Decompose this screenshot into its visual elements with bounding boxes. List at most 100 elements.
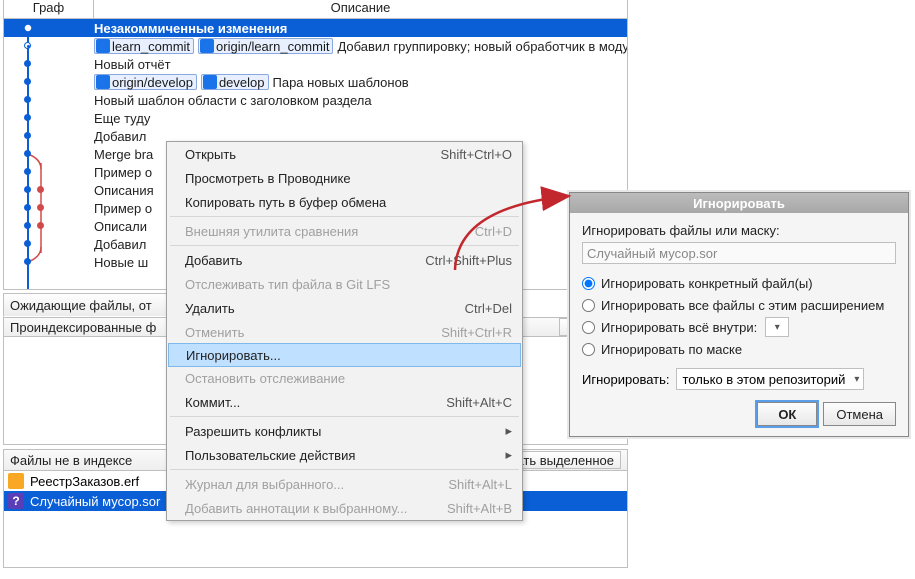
scope-select[interactable]: только в этом репозиторий bbox=[676, 368, 865, 390]
branch-tag[interactable]: learn_commit bbox=[94, 38, 194, 54]
menu-item-shortcut: Ctrl+Del bbox=[465, 301, 512, 316]
menu-item-label: Журнал для выбранного... bbox=[185, 477, 344, 492]
commit-message: Пара новых шаблонов bbox=[273, 75, 409, 90]
menu-item: Остановить отслеживание bbox=[167, 366, 522, 390]
menu-separator bbox=[170, 216, 519, 217]
commit-message: Новый шаблон области с заголовком раздел… bbox=[94, 93, 372, 108]
radio-inside-control[interactable] bbox=[582, 321, 595, 334]
unstaged-label: Файлы не в индексе bbox=[10, 453, 132, 468]
dialog-title: Игнорировать bbox=[570, 193, 908, 213]
unknown-file-icon: ? bbox=[8, 493, 24, 509]
staged-label: Проиндексированные ф bbox=[10, 320, 156, 335]
file-name: Случайный мусор.sor bbox=[30, 494, 160, 509]
commit-message: Добавил группировку; новый обработчик в … bbox=[337, 39, 627, 54]
radio-inside[interactable]: Игнорировать всё внутри: bbox=[582, 316, 896, 338]
header-graph: Граф bbox=[4, 0, 94, 18]
menu-item: ОтменитьShift+Ctrl+R bbox=[167, 320, 522, 344]
commit-message: Пример о bbox=[94, 201, 152, 216]
radio-specific-file-control[interactable] bbox=[582, 277, 595, 290]
radio-specific-file[interactable]: Игнорировать конкретный файл(ы) bbox=[582, 272, 896, 294]
commit-message: Новые ш bbox=[94, 255, 148, 270]
branch-tag[interactable]: develop bbox=[201, 74, 269, 90]
radio-extension[interactable]: Игнорировать все файлы с этим расширение… bbox=[582, 294, 896, 316]
radio-extension-label: Игнорировать все файлы с этим расширение… bbox=[601, 298, 884, 313]
menu-item-label: Остановить отслеживание bbox=[185, 371, 345, 386]
menu-item-shortcut: Shift+Alt+B bbox=[447, 501, 512, 516]
menu-item-label: Игнорировать... bbox=[186, 348, 281, 363]
unstaged-action-button[interactable]: ать выделенное bbox=[509, 451, 621, 469]
commit-message: Описали bbox=[94, 219, 147, 234]
radio-extension-control[interactable] bbox=[582, 299, 595, 312]
menu-item: Добавить аннотации к выбранному... Shift+… bbox=[167, 496, 522, 520]
commit-row[interactable]: Еще туду bbox=[4, 109, 627, 127]
menu-separator bbox=[170, 416, 519, 417]
menu-item[interactable]: Просмотреть в Проводнике bbox=[167, 166, 522, 190]
menu-item[interactable]: Копировать путь в буфер обмена bbox=[167, 190, 522, 214]
radio-mask[interactable]: Игнорировать по маске bbox=[582, 338, 896, 360]
branch-icon bbox=[200, 39, 214, 53]
branch-tag-label: origin/learn_commit bbox=[216, 39, 329, 54]
ok-button[interactable]: ОК bbox=[757, 402, 817, 426]
menu-item[interactable]: ДобавитьCtrl+Shift+Plus bbox=[167, 248, 522, 272]
commit-row[interactable]: Новый отчёт bbox=[4, 55, 627, 73]
folder-picker-dropdown[interactable] bbox=[765, 317, 789, 337]
ignore-dialog: Игнорировать Игнорировать файлы или маск… bbox=[569, 192, 909, 437]
radio-mask-label: Игнорировать по маске bbox=[601, 342, 742, 357]
commit-message: Merge bra bbox=[94, 147, 153, 162]
commit-message: Новый отчёт bbox=[94, 57, 171, 72]
radio-inside-label: Игнорировать всё внутри: bbox=[601, 320, 757, 335]
uncommitted-label: Незакоммиченные изменения bbox=[94, 21, 287, 36]
file-context-menu: ОткрытьShift+Ctrl+OПросмотреть в Проводн… bbox=[166, 141, 523, 521]
branch-tag[interactable]: origin/develop bbox=[94, 74, 197, 90]
branch-tag[interactable]: origin/learn_commit bbox=[198, 38, 333, 54]
menu-item-shortcut: Ctrl+D bbox=[475, 224, 512, 239]
menu-item-label: Добавить аннотации к выбранному... bbox=[185, 501, 407, 516]
menu-item-label: Открыть bbox=[185, 147, 236, 162]
radio-specific-file-label: Игнорировать конкретный файл(ы) bbox=[601, 276, 813, 291]
menu-item[interactable]: Коммит...Shift+Alt+C bbox=[167, 390, 522, 414]
menu-separator bbox=[170, 245, 519, 246]
branch-icon bbox=[96, 75, 110, 89]
menu-item-label: Копировать путь в буфер обмена bbox=[185, 195, 386, 210]
commit-message: Добавил bbox=[94, 129, 146, 144]
scope-label: Игнорировать: bbox=[582, 372, 670, 387]
menu-item: Отслеживать тип файла в Git LFS bbox=[167, 272, 522, 296]
menu-item-label: Удалить bbox=[185, 301, 235, 316]
radio-mask-control[interactable] bbox=[582, 343, 595, 356]
menu-item-label: Внешняя утилита сравнения bbox=[185, 224, 358, 239]
menu-item: Журнал для выбранного... Shift+Alt+L bbox=[167, 472, 522, 496]
cancel-button[interactable]: Отмена bbox=[823, 402, 896, 426]
menu-item-shortcut: Shift+Alt+L bbox=[448, 477, 512, 492]
commit-row[interactable]: origin/develop develop Пара новых шаблонов bbox=[4, 73, 627, 91]
menu-item[interactable]: Игнорировать... bbox=[168, 343, 521, 367]
menu-item: Внешняя утилита сравнения Ctrl+D bbox=[167, 219, 522, 243]
menu-item-label: Разрешить конфликты bbox=[185, 424, 321, 439]
menu-item-label: Отслеживать тип файла в Git LFS bbox=[185, 277, 390, 292]
menu-item[interactable]: Разрешить конфликты ▸ bbox=[167, 419, 522, 443]
menu-item[interactable]: ОткрытьShift+Ctrl+O bbox=[167, 142, 522, 166]
commit-message: Добавил bbox=[94, 237, 146, 252]
menu-item[interactable]: Удалить Ctrl+Del bbox=[167, 296, 522, 320]
branch-tag-label: develop bbox=[219, 75, 265, 90]
commit-row[interactable]: Новый шаблон области с заголовком раздел… bbox=[4, 91, 627, 109]
commit-uncommitted[interactable]: Незакоммиченные изменения bbox=[4, 19, 627, 37]
branch-icon bbox=[203, 75, 217, 89]
menu-item[interactable]: Пользовательские действия ▸ bbox=[167, 443, 522, 467]
submenu-chevron-icon: ▸ bbox=[505, 423, 512, 439]
menu-item-label: Добавить bbox=[185, 253, 242, 268]
submenu-chevron-icon: ▸ bbox=[505, 447, 512, 463]
menu-item-label: Пользовательские действия bbox=[185, 448, 355, 463]
branch-icon bbox=[96, 39, 110, 53]
commit-row[interactable]: learn_commit origin/learn_commit Добавил г… bbox=[4, 37, 627, 55]
pending-files-tab[interactable]: Ожидающие файлы, от bbox=[3, 293, 188, 317]
ignore-pattern-input[interactable] bbox=[582, 242, 896, 264]
menu-item-shortcut: Shift+Alt+C bbox=[446, 395, 512, 410]
commit-message: Еще туду bbox=[94, 111, 150, 126]
header-desc: Описание bbox=[94, 0, 627, 18]
log-header: Граф Описание bbox=[4, 0, 627, 19]
ignore-label: Игнорировать файлы или маску: bbox=[582, 223, 896, 238]
menu-item-label: Отменить bbox=[185, 325, 244, 340]
modified-file-icon bbox=[8, 473, 24, 489]
menu-separator bbox=[170, 469, 519, 470]
file-name: РеестрЗаказов.erf bbox=[30, 474, 139, 489]
